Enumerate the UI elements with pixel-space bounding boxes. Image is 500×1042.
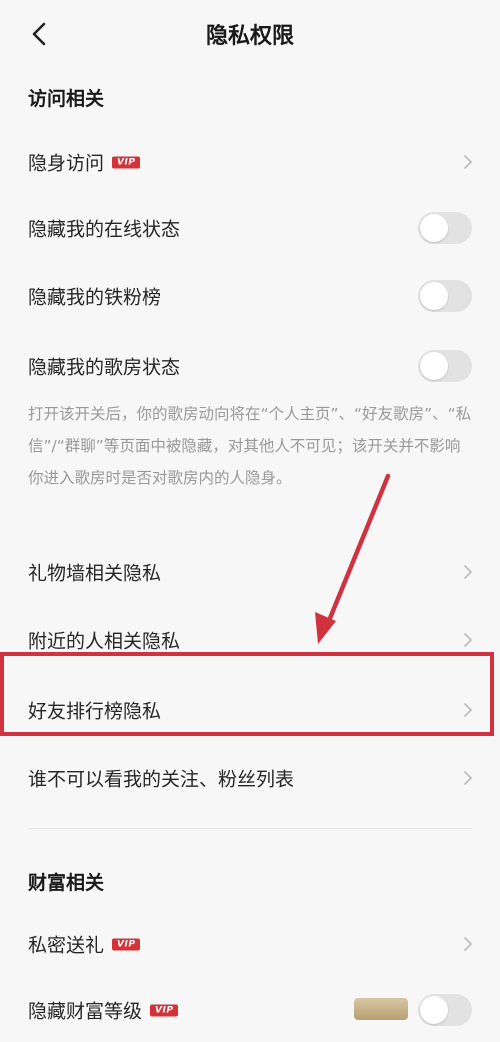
row-label: 附近的人相关隐私 bbox=[28, 630, 181, 653]
row-label: 隐藏财富等级 bbox=[28, 1000, 143, 1023]
row-hide-fans-list: 隐藏我的铁粉榜 bbox=[0, 264, 500, 328]
row-hide-wealth-level: 隐藏财富等级 VIP bbox=[0, 978, 500, 1042]
annotation-highlight-box bbox=[0, 652, 494, 736]
chevron-right-icon bbox=[462, 630, 474, 650]
vip-badge: VIP bbox=[150, 1004, 179, 1016]
toggle-knob bbox=[420, 352, 448, 380]
row-label: 私密送礼 bbox=[28, 934, 105, 957]
hide-fans-toggle[interactable] bbox=[418, 280, 472, 312]
row-hide-room-status: 隐藏我的歌房状态 bbox=[0, 334, 500, 398]
row-who-cannot-see-lists[interactable]: 谁不可以看我的关注、粉丝列表 bbox=[0, 746, 500, 810]
hide-room-toggle[interactable] bbox=[418, 350, 472, 382]
toggle-knob bbox=[420, 214, 448, 242]
toggle-knob bbox=[420, 282, 448, 310]
row-gift-wall-privacy[interactable]: 礼物墙相关隐私 bbox=[0, 540, 500, 604]
vip-badge: VIP bbox=[112, 156, 141, 168]
header-bar: 隐私权限 bbox=[0, 0, 500, 68]
row-private-gift[interactable]: 私密送礼 VIP bbox=[0, 912, 500, 976]
wealth-level-badge bbox=[354, 998, 408, 1020]
chevron-right-icon bbox=[462, 152, 474, 172]
page-title: 隐私权限 bbox=[205, 24, 294, 49]
row-label: 礼物墙相关隐私 bbox=[28, 562, 162, 585]
row-label: 隐身访问 bbox=[28, 152, 105, 175]
row-label: 隐藏我的铁粉榜 bbox=[28, 286, 162, 309]
room-status-description: 打开该开关后，你的歌房动向将在“个人主页”、“好友歌房”、“私信”/“群聊”等页… bbox=[28, 405, 472, 487]
vip-badge: VIP bbox=[112, 938, 141, 950]
section-title-wealth: 财富相关 bbox=[28, 872, 105, 894]
chevron-right-icon bbox=[462, 934, 474, 954]
section-title-access: 访问相关 bbox=[28, 88, 105, 110]
row-label: 隐藏我的在线状态 bbox=[28, 218, 181, 241]
section-divider bbox=[28, 828, 472, 829]
toggle-knob bbox=[420, 996, 448, 1024]
chevron-right-icon bbox=[462, 768, 474, 788]
chevron-right-icon bbox=[462, 562, 474, 582]
row-label: 隐藏我的歌房状态 bbox=[28, 356, 181, 379]
row-invisible-visit[interactable]: 隐身访问 VIP bbox=[0, 130, 500, 194]
row-hide-online-status: 隐藏我的在线状态 bbox=[0, 196, 500, 260]
hide-online-toggle[interactable] bbox=[418, 212, 472, 244]
hide-wealth-toggle[interactable] bbox=[418, 994, 472, 1026]
row-label: 谁不可以看我的关注、粉丝列表 bbox=[28, 768, 295, 791]
